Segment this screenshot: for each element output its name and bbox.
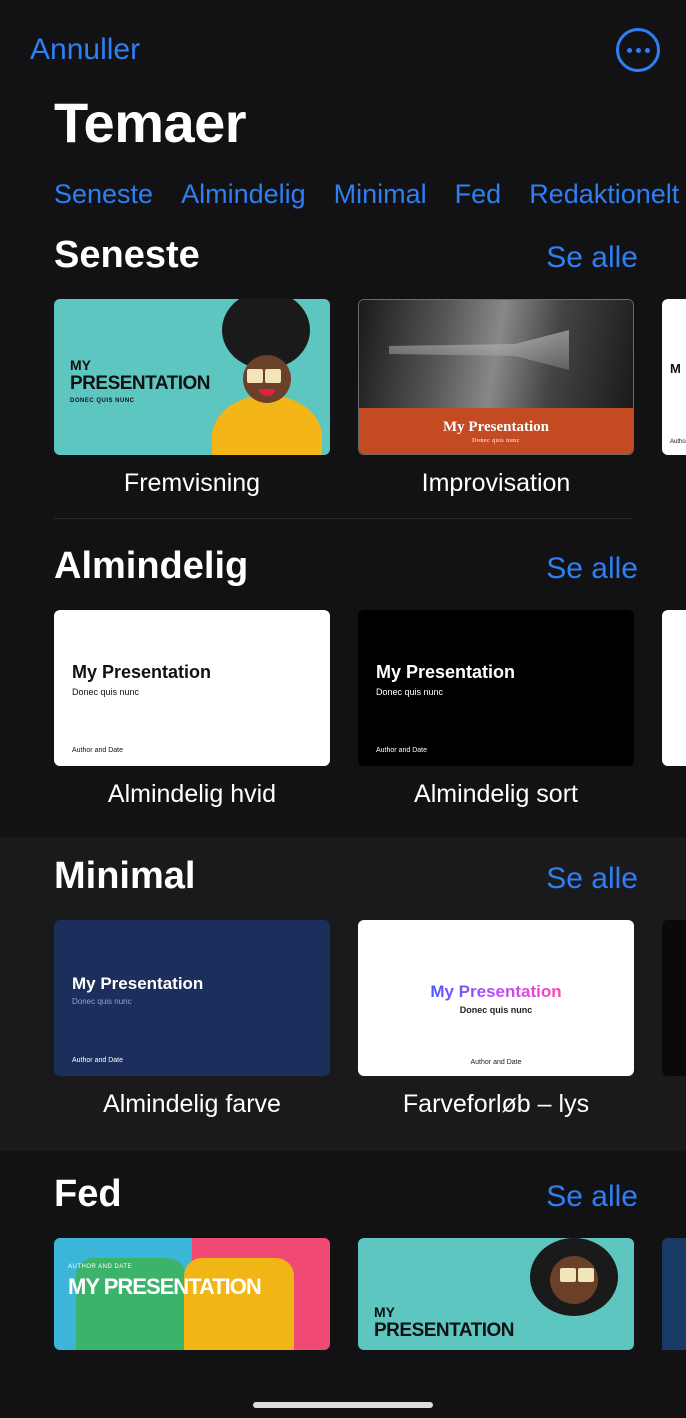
theme-farveforlob-lys[interactable]: My Presentation Donec quis nunc Author a… — [358, 920, 634, 1139]
tab-seneste[interactable]: Seneste — [54, 179, 153, 210]
theme-peek[interactable] — [662, 1238, 686, 1350]
more-icon — [627, 48, 650, 53]
section-fed: Fed Se alle AUTHOR AND DATE MY PRESENTAT… — [0, 1151, 686, 1350]
section-title-almindelig: Almindelig — [54, 545, 248, 588]
section-title-minimal: Minimal — [54, 855, 195, 898]
see-all-seneste[interactable]: Se alle — [546, 241, 638, 275]
theme-thumbnail: MY PRESENTATION — [358, 1238, 634, 1350]
tab-almindelig[interactable]: Almindelig — [181, 179, 306, 210]
see-all-almindelig[interactable]: Se alle — [546, 552, 638, 586]
cancel-button[interactable]: Annuller — [30, 33, 140, 67]
theme-label: Improvisation — [422, 455, 571, 518]
theme-almindelig-sort[interactable]: My Presentation Donec quis nunc Author a… — [358, 610, 634, 829]
theme-thumbnail: AUTHOR AND DATE MY PRESENTATION — [54, 1238, 330, 1350]
more-button[interactable] — [616, 28, 660, 72]
section-seneste: Seneste Se alle MY PRESENTATION DONEC QU… — [0, 234, 686, 518]
section-title-seneste: Seneste — [54, 234, 200, 277]
divider — [54, 518, 632, 519]
see-all-minimal[interactable]: Se alle — [546, 862, 638, 896]
section-title-fed: Fed — [54, 1173, 122, 1216]
category-tabs: Seneste Almindelig Minimal Fed Redaktion… — [0, 163, 686, 234]
theme-label: Almindelig hvid — [108, 766, 276, 829]
theme-fremvisning[interactable]: MY PRESENTATION DONEC QUIS NUNC Fremvisn… — [54, 299, 330, 518]
theme-label: Fremvisning — [124, 455, 260, 518]
theme-thumbnail: My Presentation Donec quis nunc Author a… — [54, 610, 330, 766]
theme-label: Farveforløb – lys — [403, 1076, 589, 1139]
theme-peek[interactable] — [662, 920, 686, 1076]
theme-thumbnail: My Presentation Donec quis nunc Author a… — [358, 920, 634, 1076]
see-all-fed[interactable]: Se alle — [546, 1180, 638, 1214]
theme-almindelig-farve[interactable]: My Presentation Donec quis nunc Author a… — [54, 920, 330, 1139]
theme-peek[interactable]: M Author and Date — [662, 299, 686, 455]
section-almindelig: Almindelig Se alle My Presentation Donec… — [0, 545, 686, 829]
theme-thumbnail: My Presentation Donec quis nunc Author a… — [358, 610, 634, 766]
home-indicator — [253, 1402, 433, 1408]
tab-redaktionelt[interactable]: Redaktionelt — [529, 179, 679, 210]
theme-improvisation[interactable]: My Presentation Donec quis nunc Improvis… — [358, 299, 634, 518]
theme-label: Almindelig sort — [414, 766, 578, 829]
tab-minimal[interactable]: Minimal — [334, 179, 427, 210]
page-title: Temaer — [0, 82, 686, 163]
theme-fremvisning-2[interactable]: MY PRESENTATION — [358, 1238, 634, 1350]
theme-label: Almindelig farve — [103, 1076, 281, 1139]
theme-peek[interactable] — [662, 610, 686, 766]
theme-thumbnail: MY PRESENTATION DONEC QUIS NUNC — [54, 299, 330, 455]
theme-thumbnail: My Presentation Donec quis nunc — [358, 299, 634, 455]
section-minimal: Minimal Se alle My Presentation Donec qu… — [0, 837, 686, 1151]
theme-thumbnail: My Presentation Donec quis nunc Author a… — [54, 920, 330, 1076]
tab-fed[interactable]: Fed — [455, 179, 502, 210]
theme-almindelig-hvid[interactable]: My Presentation Donec quis nunc Author a… — [54, 610, 330, 829]
theme-bold[interactable]: AUTHOR AND DATE MY PRESENTATION — [54, 1238, 330, 1350]
